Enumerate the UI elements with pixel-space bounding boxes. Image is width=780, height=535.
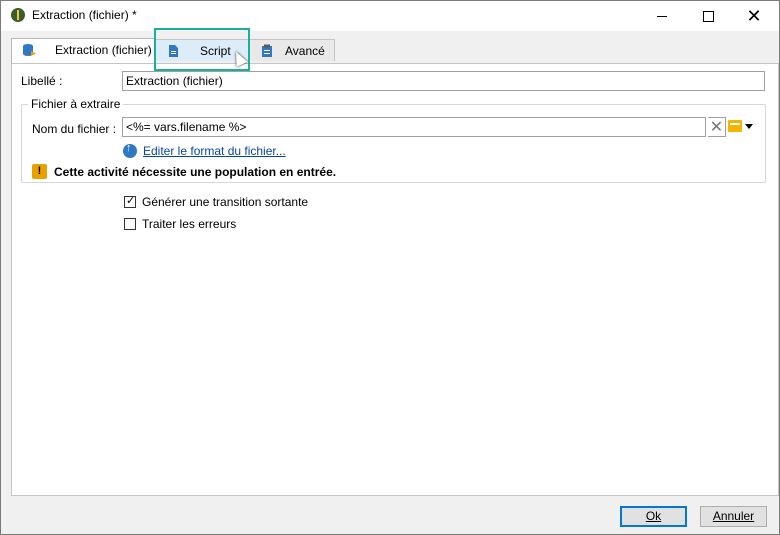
folder-icon[interactable] [728, 120, 742, 132]
close-button[interactable]: ✕ [731, 1, 777, 31]
checkbox[interactable] [124, 218, 136, 230]
chevron-down-icon[interactable] [745, 124, 753, 129]
edit-format-link[interactable]: Editer le format du fichier... [143, 144, 286, 158]
checkbox-label: Traiter les erreurs [142, 217, 237, 231]
tab-label: Extraction (fichier) [55, 43, 152, 57]
tab-panel: Libellé : Extraction (fichier) Fichier à… [11, 63, 779, 496]
title-bar: Extraction (fichier) * ✕ [1, 1, 779, 31]
libelle-label: Libellé : [21, 74, 63, 88]
filename-input[interactable]: <%= vars.filename %> [122, 117, 706, 137]
checkbox[interactable] [124, 194, 136, 208]
app-icon [11, 8, 25, 22]
minimize-button[interactable] [639, 1, 685, 31]
tab-label: Avancé [285, 44, 325, 58]
ok-label: Ok [645, 509, 662, 523]
libelle-input[interactable]: Extraction (fichier) [122, 71, 765, 91]
window-title: Extraction (fichier) * [32, 8, 137, 22]
checkbox-label: Générer une transition sortante [142, 195, 309, 209]
warning-text: Cette activité nécessite une population … [54, 165, 337, 179]
file-group: Fichier à extraire Nom du fichier : <%= … [21, 97, 766, 183]
upload-cloud-icon [123, 142, 137, 158]
maximize-button[interactable] [685, 1, 731, 31]
dialog-window: Extraction (fichier) * ✕ Extraction (fic… [0, 0, 780, 535]
warning-icon: ! [32, 164, 47, 179]
tab-avance[interactable]: Avancé [249, 39, 335, 61]
ok-button[interactable]: Ok [620, 506, 687, 527]
clear-icon[interactable]: ✕ [708, 117, 726, 137]
cancel-button[interactable]: Annuler [700, 506, 767, 527]
clipboard-icon [262, 44, 272, 57]
group-title: Fichier à extraire [28, 97, 124, 111]
database-export-icon [23, 44, 36, 56]
filename-label: Nom du fichier : [32, 122, 117, 136]
cancel-label: Annuler [712, 509, 755, 523]
tab-extraction[interactable]: Extraction (fichier) [11, 38, 155, 63]
